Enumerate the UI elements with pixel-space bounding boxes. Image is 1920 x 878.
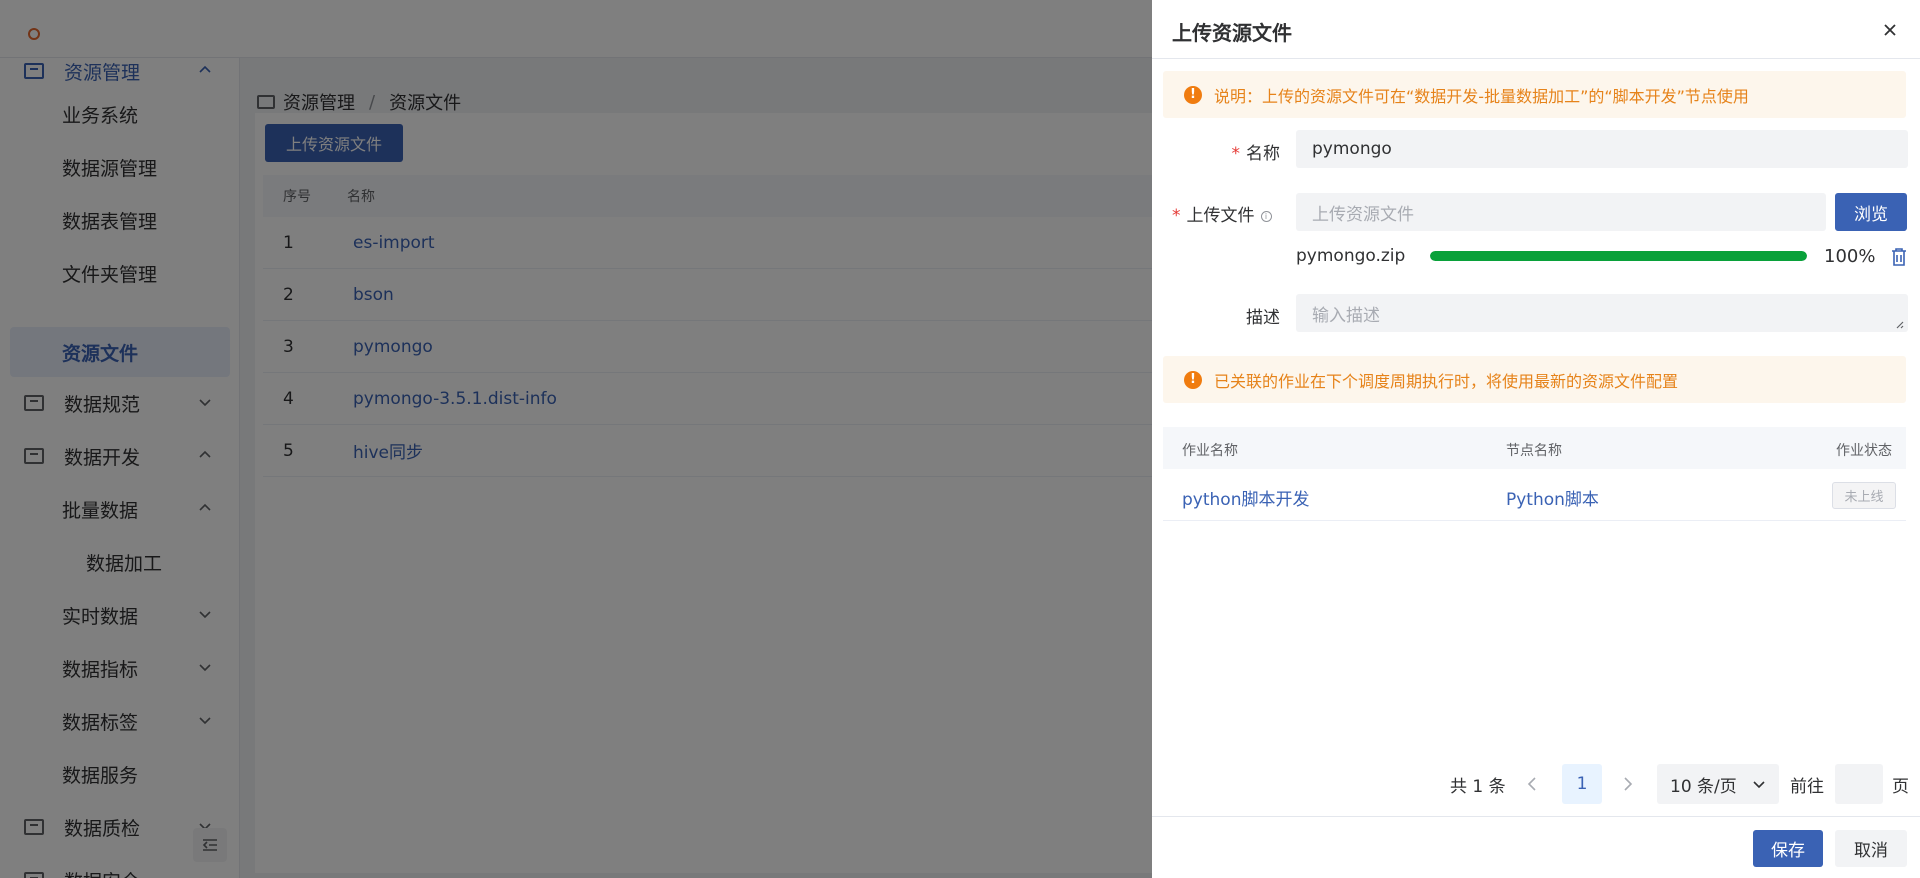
goto-prefix: 前往 bbox=[1790, 776, 1824, 797]
job-name-link[interactable]: python脚本开发 bbox=[1182, 485, 1309, 510]
upload-drawer: 上传资源文件 ! 说明：上传的资源文件可在“数据开发-批量数据加工”的“脚本开发… bbox=[1152, 0, 1920, 878]
close-button[interactable] bbox=[1876, 16, 1904, 44]
warning-icon: ! bbox=[1184, 370, 1202, 389]
column-header-node-name: 节点名称 bbox=[1506, 443, 1562, 459]
prev-page-button[interactable] bbox=[1522, 774, 1542, 794]
browse-button[interactable]: 浏览 bbox=[1835, 193, 1907, 231]
node-name-link[interactable]: Python脚本 bbox=[1506, 485, 1599, 510]
resize-handle-icon[interactable] bbox=[1894, 319, 1904, 329]
goto-suffix: 页 bbox=[1892, 776, 1909, 797]
upload-progress-fill bbox=[1430, 251, 1807, 261]
upload-progress-text: 100% bbox=[1824, 246, 1876, 267]
drawer-header: 上传资源文件 bbox=[1152, 0, 1920, 59]
status-badge: 未上线 bbox=[1832, 482, 1896, 509]
notice-text: 已关联的作业在下个调度周期执行时，将使用最新的资源文件配置 bbox=[1214, 371, 1679, 391]
drawer-footer: 保存 取消 bbox=[1152, 816, 1920, 878]
column-header-job-name: 作业名称 bbox=[1182, 443, 1238, 459]
delete-file-button[interactable] bbox=[1890, 247, 1908, 267]
save-button[interactable]: 保存 bbox=[1753, 830, 1823, 867]
info-notice-top: ! 说明：上传的资源文件可在“数据开发-批量数据加工”的“脚本开发”节点使用 bbox=[1163, 71, 1906, 118]
next-page-button[interactable] bbox=[1618, 774, 1638, 794]
info-notice-bottom: ! 已关联的作业在下个调度周期执行时，将使用最新的资源文件配置 bbox=[1163, 356, 1906, 403]
cancel-button[interactable]: 取消 bbox=[1835, 830, 1907, 867]
table-row: python脚本开发 Python脚本 未上线 bbox=[1163, 469, 1906, 521]
trash-icon bbox=[1892, 248, 1906, 266]
page-size-select[interactable]: 10 条/页 bbox=[1657, 764, 1779, 804]
uploaded-file-name: pymongo.zip bbox=[1296, 246, 1406, 266]
table-header: 作业名称 节点名称 作业状态 bbox=[1163, 427, 1906, 469]
info-icon[interactable]: i bbox=[1260, 211, 1272, 222]
file-path-input[interactable]: 上传资源文件 bbox=[1296, 193, 1826, 231]
warning-icon: ! bbox=[1184, 85, 1202, 104]
chevron-left-icon bbox=[1527, 777, 1536, 791]
required-mark: * bbox=[1172, 206, 1181, 226]
column-header-job-status: 作业状态 bbox=[1836, 443, 1892, 459]
upload-progress-bar bbox=[1430, 251, 1807, 261]
name-label: * 名称 bbox=[1231, 144, 1281, 164]
required-mark: * bbox=[1231, 144, 1241, 164]
chevron-right-icon bbox=[1624, 777, 1633, 791]
notice-text: 说明：上传的资源文件可在“数据开发-批量数据加工”的“脚本开发”节点使用 bbox=[1214, 86, 1749, 106]
goto-page-input[interactable] bbox=[1835, 764, 1883, 804]
name-input[interactable]: pymongo bbox=[1296, 130, 1908, 168]
description-label: 描述 bbox=[1246, 308, 1280, 328]
file-label: * 上传文件 i bbox=[1172, 201, 1280, 226]
drawer-title: 上传资源文件 bbox=[1172, 21, 1292, 45]
chevron-down-icon bbox=[1753, 781, 1765, 789]
pagination-total: 共 1 条 bbox=[1450, 776, 1506, 797]
close-icon bbox=[1884, 24, 1896, 36]
page-number-1[interactable]: 1 bbox=[1562, 764, 1602, 804]
related-jobs-table: 作业名称 节点名称 作业状态 python脚本开发 Python脚本 未上线 bbox=[1163, 427, 1906, 521]
description-textarea[interactable]: 输入描述 bbox=[1296, 294, 1908, 332]
